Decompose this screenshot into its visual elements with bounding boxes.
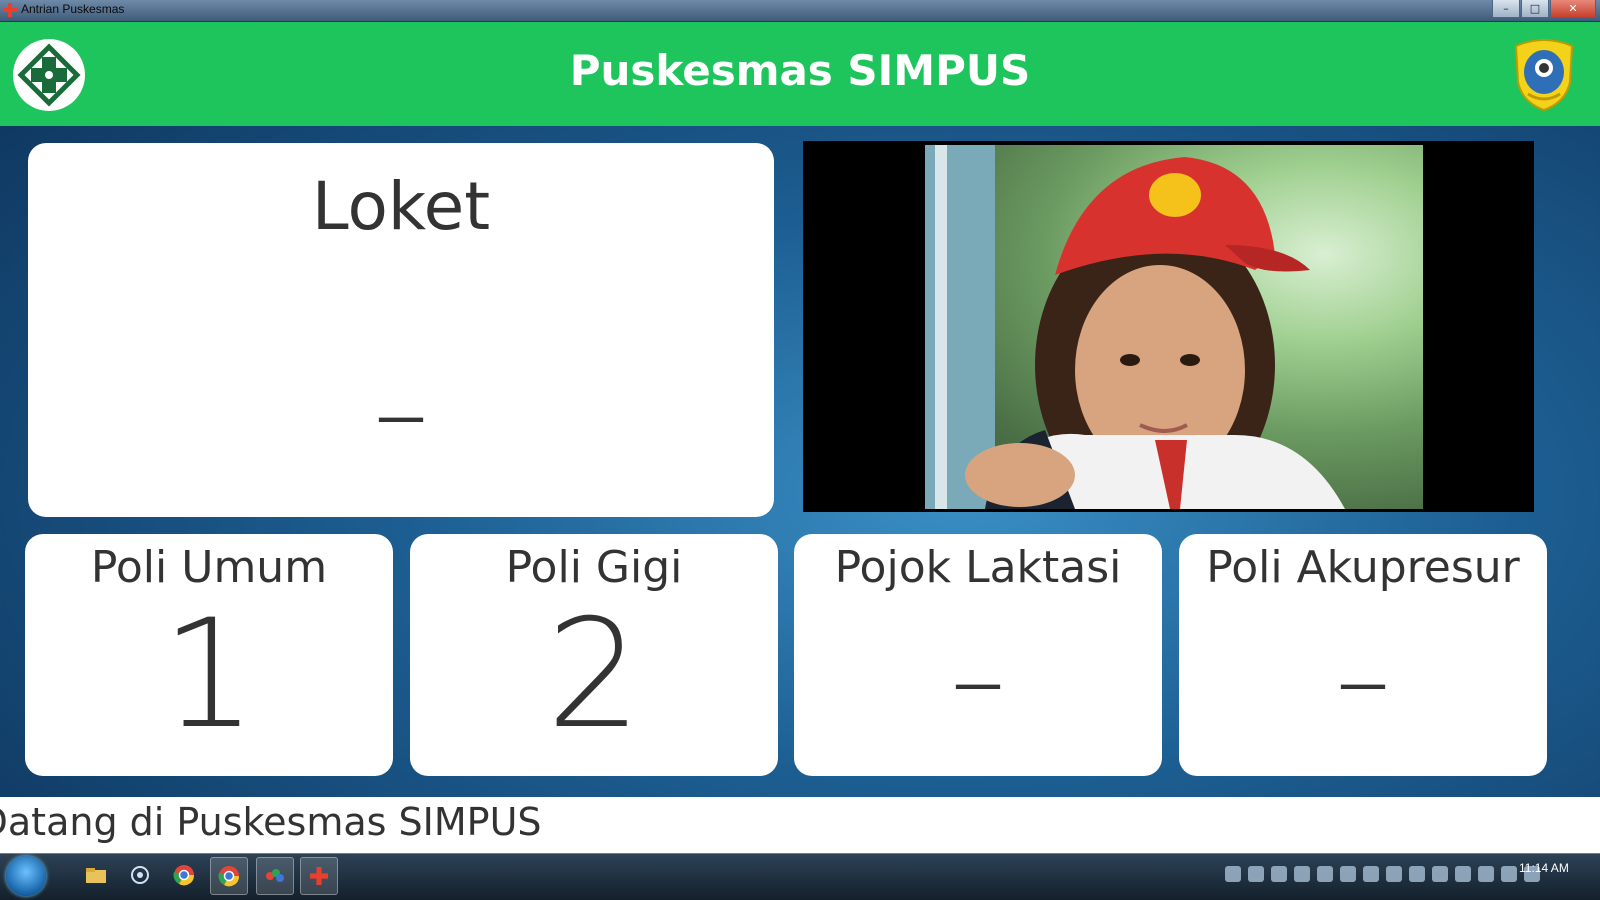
- loket-title: Loket: [311, 168, 491, 245]
- poli-number: 1: [161, 588, 257, 762]
- tray-icon[interactable]: [1317, 866, 1333, 882]
- maximize-button[interactable]: □: [1521, 0, 1549, 18]
- paint-icon[interactable]: [256, 857, 294, 895]
- window-title-bar: Antrian Puskesmas – □ ✕: [0, 0, 1600, 22]
- window-title: Antrian Puskesmas: [21, 2, 125, 16]
- tray-icon[interactable]: [1294, 866, 1310, 882]
- app-icon: [3, 3, 17, 17]
- tray-icon[interactable]: [1340, 866, 1356, 882]
- tray-icon[interactable]: [1363, 866, 1379, 882]
- poli-card-laktasi: Pojok Laktasi –: [794, 534, 1162, 776]
- poli-title: Poli Akupresur: [1206, 542, 1520, 593]
- tray-icon[interactable]: [1386, 866, 1402, 882]
- file-explorer-icon[interactable]: [78, 857, 114, 893]
- poli-card-gigi: Poli Gigi 2: [410, 534, 778, 776]
- header-bar: Puskesmas SIMPUS: [0, 22, 1600, 126]
- start-button[interactable]: [6, 856, 46, 896]
- running-text: Selamat Datang di Puskesmas SIMPUS: [0, 800, 542, 844]
- tray-icon[interactable]: [1248, 866, 1264, 882]
- tray-icon[interactable]: [1501, 866, 1517, 882]
- tray-icon[interactable]: [1432, 866, 1448, 882]
- tray-icon[interactable]: [1478, 866, 1494, 882]
- loket-card: Loket –: [28, 143, 774, 517]
- poli-title: Pojok Laktasi: [834, 542, 1122, 593]
- poli-title: Poli Gigi: [505, 542, 683, 593]
- poli-number: –: [1335, 615, 1391, 743]
- network-icon[interactable]: [122, 857, 158, 893]
- tray-icon[interactable]: [1455, 866, 1471, 882]
- video-still-image: [925, 145, 1345, 509]
- page-title: Puskesmas SIMPUS: [569, 46, 1031, 95]
- window-controls: – □ ✕: [1492, 0, 1596, 18]
- taskbar-clock[interactable]: 11:14 AM: [1519, 861, 1569, 875]
- running-text-bar: Selamat Datang di Puskesmas SIMPUS: [0, 797, 1600, 853]
- poli-card-akupresur: Poli Akupresur –: [1179, 534, 1547, 776]
- puskesmas-app-icon[interactable]: [300, 857, 338, 895]
- chrome-icon[interactable]: [210, 857, 248, 895]
- regional-emblem-icon: [1510, 36, 1578, 112]
- video-frame: [925, 145, 1423, 509]
- video-player[interactable]: [803, 141, 1534, 512]
- poli-card-umum: Poli Umum 1: [25, 534, 393, 776]
- poli-number: 2: [546, 588, 642, 762]
- chrome-icon[interactable]: [166, 857, 202, 893]
- loket-number: –: [373, 348, 429, 476]
- poli-number: –: [950, 615, 1006, 743]
- tray-icon[interactable]: [1225, 866, 1241, 882]
- tray-icon[interactable]: [1409, 866, 1425, 882]
- tray-icon[interactable]: [1271, 866, 1287, 882]
- minimize-button[interactable]: –: [1492, 0, 1520, 18]
- taskbar: 11:14 AM: [0, 853, 1600, 900]
- system-tray: [1225, 866, 1540, 882]
- poli-title: Poli Umum: [90, 542, 328, 593]
- close-button[interactable]: ✕: [1550, 0, 1596, 18]
